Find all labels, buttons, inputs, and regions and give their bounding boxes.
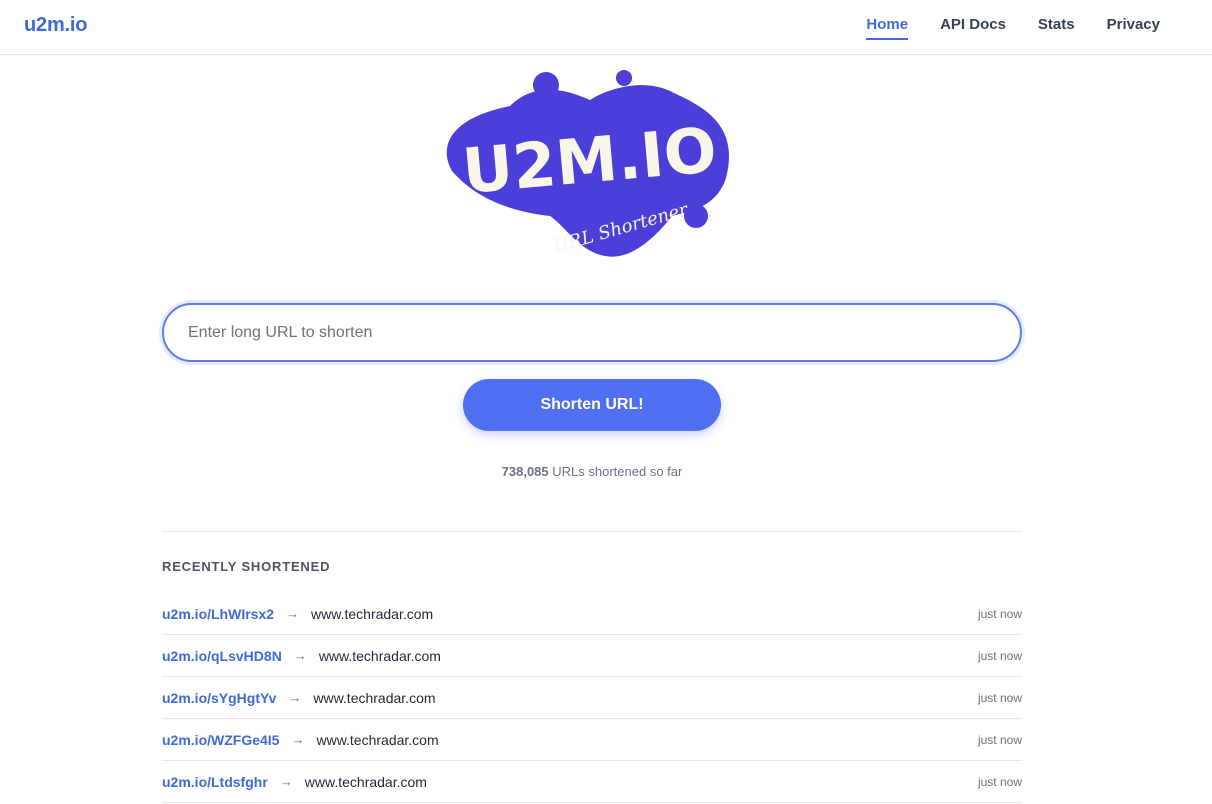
short-link[interactable]: u2m.io/LhWIrsx2	[162, 606, 274, 622]
destination-url: www.techradar.com	[318, 647, 441, 664]
list-item: u2m.io/Ltdsfghr → www.techradar.com just…	[162, 761, 1022, 803]
nav-home[interactable]: Home	[866, 16, 909, 40]
short-link[interactable]: u2m.io/qLsvHD8N	[162, 648, 282, 664]
list-item: u2m.io/qLsvHD8N → www.techradar.com just…	[162, 635, 1022, 677]
short-link[interactable]: u2m.io/WZFGe4I5	[162, 732, 279, 748]
hero-logo: U2M.IO URL Shortener	[440, 66, 740, 262]
short-link[interactable]: u2m.io/sYgHgtYv	[162, 690, 276, 706]
recent-links-list: u2m.io/LhWIrsx2 → www.techradar.com just…	[162, 593, 1022, 803]
recently-shortened-heading: RECENTLY SHORTENED	[162, 559, 331, 574]
timestamp: just now	[977, 732, 1022, 747]
timestamp: just now	[977, 690, 1022, 705]
list-item: u2m.io/LhWIrsx2 → www.techradar.com just…	[162, 593, 1022, 635]
main-nav: Home API Docs Stats Privacy	[866, 16, 1160, 40]
list-item: u2m.io/WZFGe4I5 → www.techradar.com just…	[162, 719, 1022, 761]
nav-api-docs[interactable]: API Docs	[940, 16, 1006, 40]
destination-url: www.techradar.com	[304, 773, 427, 790]
arrow-right-icon: →	[293, 648, 307, 663]
list-item: u2m.io/sYgHgtYv → www.techradar.com just…	[162, 677, 1022, 719]
destination-url: www.techradar.com	[316, 731, 439, 748]
timestamp: just now	[977, 774, 1022, 789]
arrow-right-icon: →	[279, 774, 293, 789]
section-divider	[162, 531, 1022, 532]
destination-url: www.techradar.com	[313, 689, 436, 706]
brand-logo-link[interactable]: u2m.io	[24, 14, 87, 37]
url-input[interactable]	[162, 303, 1022, 362]
nav-privacy[interactable]: Privacy	[1107, 16, 1160, 40]
timestamp: just now	[977, 606, 1022, 621]
destination-url: www.techradar.com	[311, 605, 434, 622]
logo-blob-graphic: U2M.IO URL Shortener	[446, 70, 729, 258]
urls-counter: 738,085 URLs shortened so far	[0, 464, 1184, 479]
arrow-right-icon: →	[286, 606, 300, 621]
arrow-right-icon: →	[288, 690, 302, 705]
top-navbar: u2m.io Home API Docs Stats Privacy	[0, 0, 1212, 55]
urls-count-label: URLs shortened so far	[552, 464, 683, 479]
nav-stats[interactable]: Stats	[1038, 16, 1075, 40]
arrow-right-icon: →	[291, 732, 305, 747]
short-link[interactable]: u2m.io/Ltdsfghr	[162, 774, 268, 790]
urls-count: 738,085	[501, 464, 549, 479]
shorten-url-button[interactable]: Shorten URL!	[463, 379, 721, 431]
timestamp: just now	[977, 648, 1022, 663]
